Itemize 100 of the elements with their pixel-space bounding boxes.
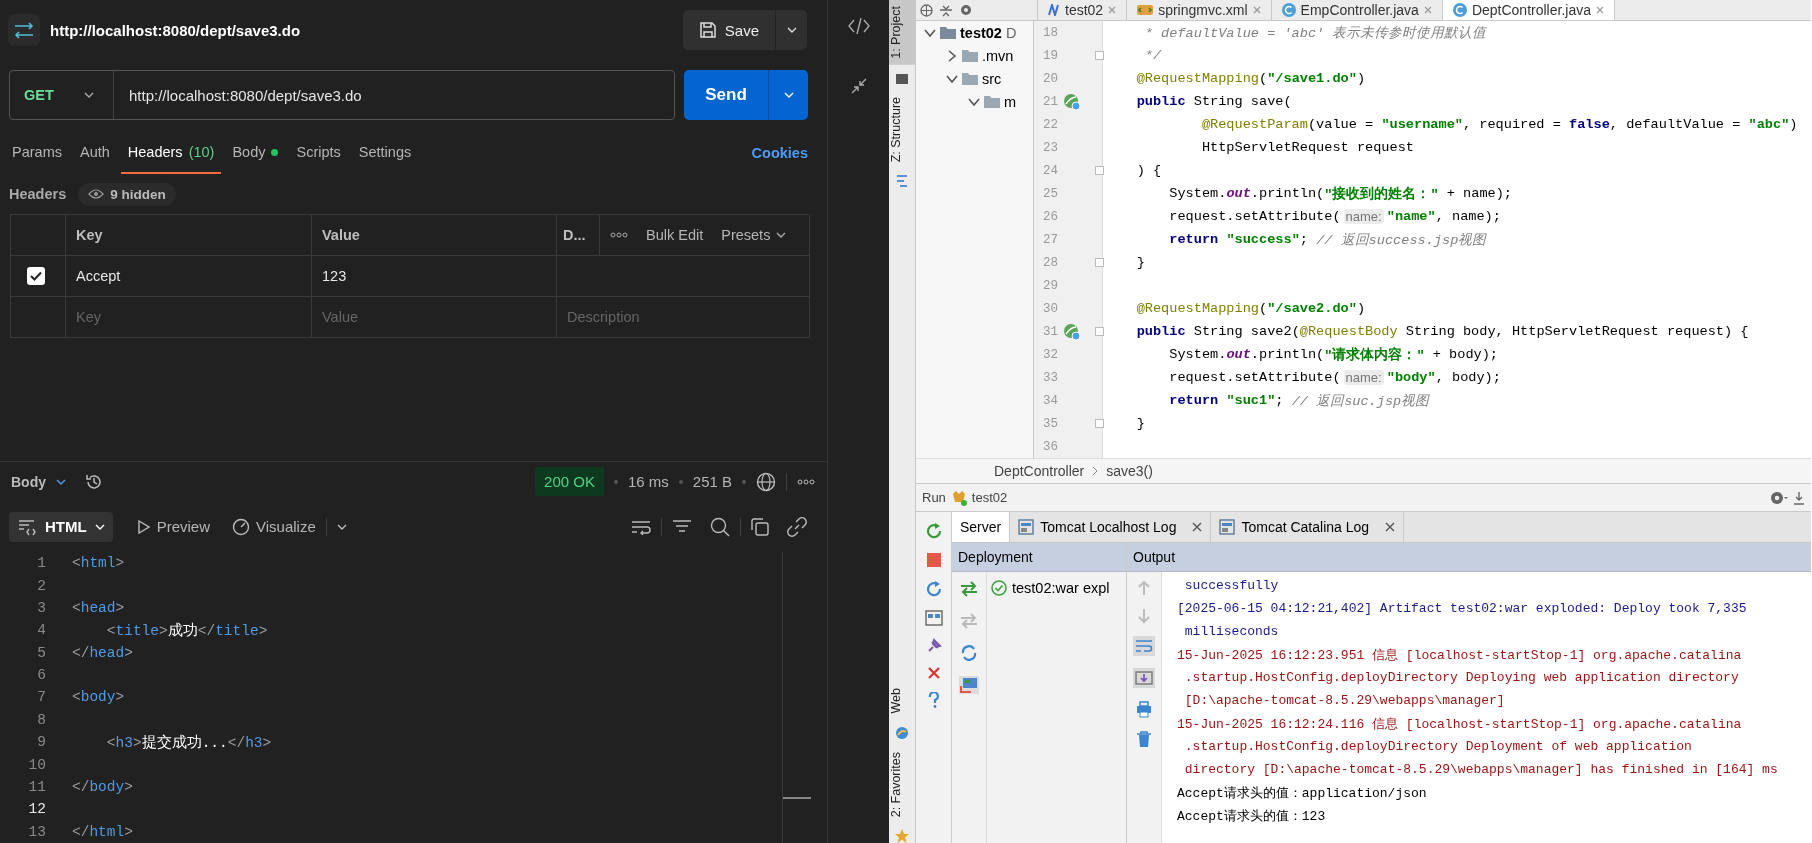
hidden-headers-toggle[interactable]: 9 hidden bbox=[78, 182, 176, 206]
tree-item[interactable]: src bbox=[982, 70, 1002, 87]
caret-icon bbox=[783, 92, 794, 98]
caret-icon[interactable] bbox=[56, 478, 66, 485]
breadcrumb-item[interactable]: save3() bbox=[1106, 463, 1153, 479]
tree-item[interactable]: test02 bbox=[960, 24, 1002, 41]
editor-tab[interactable]: DeptController.java bbox=[1442, 0, 1615, 20]
wrap-icon[interactable] bbox=[631, 518, 651, 535]
send-button[interactable]: Send bbox=[684, 70, 768, 120]
filter-icon[interactable] bbox=[672, 518, 692, 535]
layout-icon[interactable] bbox=[924, 610, 943, 626]
caret-icon bbox=[776, 232, 787, 238]
tree-item[interactable]: .mvn bbox=[982, 47, 1014, 64]
refresh-icon[interactable] bbox=[924, 580, 943, 598]
column-header: Deployment bbox=[958, 549, 1033, 565]
fold-marker[interactable] bbox=[1095, 258, 1104, 267]
structure-icon bbox=[895, 174, 909, 189]
copy-icon[interactable] bbox=[751, 517, 769, 536]
gear-icon[interactable] bbox=[1770, 489, 1788, 506]
tool-window-tab[interactable]: 2: Favorites bbox=[889, 745, 915, 823]
maven-icon bbox=[1048, 4, 1060, 16]
tool-window-tab[interactable]: Web bbox=[889, 682, 915, 720]
caret-icon bbox=[83, 92, 94, 98]
chevron-right-icon bbox=[1092, 466, 1099, 476]
method-dropdown[interactable]: GET bbox=[10, 71, 114, 119]
deploy-icon[interactable] bbox=[959, 580, 979, 598]
code-line: } bbox=[1135, 415, 1146, 433]
description-field[interactable]: Description bbox=[567, 309, 799, 325]
preview-button[interactable]: Preview bbox=[136, 518, 210, 536]
response-body-dropdown[interactable]: Body bbox=[11, 473, 46, 490]
presets-dropdown[interactable]: Presets bbox=[721, 227, 787, 243]
checkbox[interactable] bbox=[27, 267, 45, 285]
request-tab[interactable]: Scripts bbox=[289, 132, 348, 174]
fold-marker[interactable] bbox=[1095, 51, 1104, 60]
fold-marker[interactable] bbox=[1095, 166, 1104, 175]
request-tab[interactable]: Settings bbox=[351, 132, 419, 174]
soft-wrap-icon[interactable] bbox=[1133, 636, 1155, 656]
code-line: <head> bbox=[72, 599, 125, 616]
more-options-button[interactable] bbox=[610, 232, 628, 238]
request-tab[interactable]: Auth bbox=[72, 132, 117, 174]
save-button[interactable]: Save bbox=[682, 10, 775, 50]
tool-window-tab[interactable]: 1: Project bbox=[889, 0, 915, 65]
close-icon[interactable] bbox=[1595, 6, 1604, 14]
collapse-arrows-icon[interactable] bbox=[850, 78, 867, 94]
code-icon[interactable] bbox=[847, 16, 870, 36]
exchange-arrows-icon bbox=[8, 14, 40, 46]
close-icon[interactable] bbox=[1385, 522, 1396, 532]
search-icon[interactable] bbox=[710, 516, 730, 537]
request-tab[interactable]: Headers (10) bbox=[120, 132, 222, 174]
print-icon[interactable] bbox=[1135, 700, 1153, 718]
bulk-edit-button[interactable]: Bulk Edit bbox=[646, 227, 704, 243]
close-icon[interactable] bbox=[926, 666, 941, 680]
column-header: D... bbox=[563, 227, 586, 243]
fold-marker[interactable] bbox=[1095, 327, 1104, 336]
column-header: Output bbox=[1133, 549, 1176, 565]
line-number: 20 bbox=[1042, 71, 1058, 86]
code-line: System.out.println("接收到的姓名：" + name); bbox=[1168, 185, 1514, 204]
console-line: directory [D:\apache-tomcat-8.5.29\webapps\manager] has finished in [164] ms bbox=[1183, 761, 1779, 779]
panel-tab[interactable]: Server bbox=[952, 512, 1011, 542]
caret-icon[interactable] bbox=[336, 523, 347, 530]
link-icon[interactable] bbox=[787, 516, 807, 537]
tree-item[interactable]: m bbox=[1004, 93, 1017, 110]
url-field[interactable]: http://localhost:8080/dept/save3.do bbox=[129, 86, 362, 104]
editor-tab[interactable]: EmpController.java bbox=[1271, 0, 1443, 20]
help-icon[interactable] bbox=[927, 692, 940, 708]
artifact-icon[interactable] bbox=[959, 676, 979, 694]
breadcrumb-item[interactable]: DeptController bbox=[994, 463, 1085, 479]
bean-run-icon[interactable] bbox=[1063, 323, 1081, 341]
sync-icon[interactable] bbox=[960, 644, 978, 662]
stop-icon[interactable] bbox=[925, 552, 942, 568]
folder-icon bbox=[940, 26, 956, 39]
hide-panel-icon[interactable] bbox=[1793, 490, 1805, 505]
tool-window-tab[interactable]: Z: Structure bbox=[889, 90, 915, 169]
visualize-button[interactable]: Visualize bbox=[232, 517, 316, 536]
editor-tab[interactable]: test02 bbox=[1038, 0, 1128, 20]
collapse-icon[interactable] bbox=[939, 3, 953, 17]
globe-icon[interactable] bbox=[756, 471, 776, 492]
request-tab[interactable]: Params bbox=[5, 132, 69, 174]
request-tab[interactable]: Body bbox=[225, 132, 286, 174]
target-icon[interactable] bbox=[920, 3, 933, 17]
gear-icon[interactable] bbox=[959, 3, 973, 17]
run-configuration[interactable]: test02 bbox=[971, 490, 1008, 505]
line-number: 33 bbox=[1042, 370, 1058, 385]
cookies-link[interactable]: Cookies bbox=[751, 145, 808, 161]
value-field[interactable]: Value bbox=[322, 309, 546, 325]
column-header: Value bbox=[322, 227, 360, 243]
key-field[interactable]: Key bbox=[76, 309, 301, 325]
console-line: Accept请求头的值：123 bbox=[1176, 807, 1327, 826]
trash-icon[interactable] bbox=[1136, 730, 1152, 748]
deployment-item[interactable]: test02:war expl bbox=[1012, 580, 1110, 596]
ellipsis-icon[interactable] bbox=[797, 478, 815, 485]
caret-icon bbox=[94, 523, 105, 530]
format-dropdown[interactable]: HTML bbox=[9, 511, 113, 542]
rerun-icon[interactable] bbox=[924, 522, 943, 540]
chevron-right-icon[interactable] bbox=[946, 49, 958, 62]
editor-tab[interactable]: springmvc.xml bbox=[1127, 0, 1272, 20]
bean-run-icon[interactable] bbox=[1063, 93, 1081, 111]
close-icon[interactable] bbox=[1192, 522, 1203, 532]
fold-marker[interactable] bbox=[1095, 419, 1104, 428]
scroll-to-end-icon[interactable] bbox=[1133, 668, 1155, 688]
